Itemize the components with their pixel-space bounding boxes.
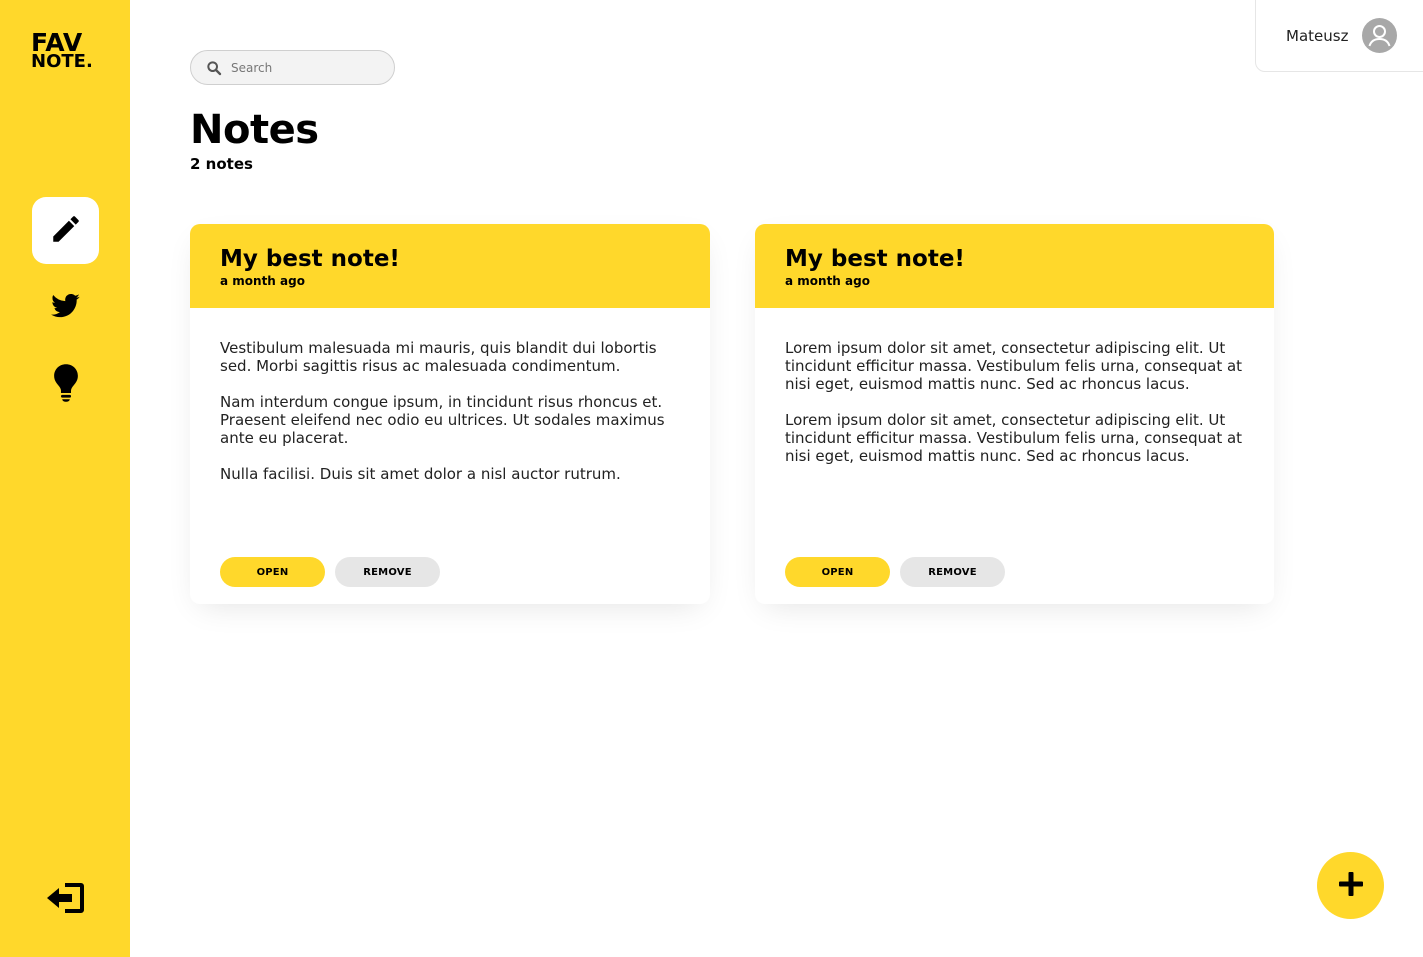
- logo-line-2: NOTE.: [31, 51, 93, 72]
- plus-icon: [1338, 871, 1364, 900]
- sidebar: FAV NOTE.: [0, 0, 130, 957]
- open-button[interactable]: OPEN: [785, 557, 890, 587]
- note-actions: OPEN REMOVE: [220, 557, 440, 587]
- bulb-icon: [51, 363, 81, 407]
- open-button[interactable]: OPEN: [220, 557, 325, 587]
- sidebar-item-twitters[interactable]: [32, 274, 99, 341]
- note-body: Vestibulum malesuada mi mauris, quis bla…: [190, 308, 710, 540]
- note-paragraph: Lorem ipsum dolor sit amet, consectetur …: [785, 411, 1243, 465]
- remove-button[interactable]: REMOVE: [900, 557, 1005, 587]
- note-paragraph: Nulla facilisi. Duis sit amet dolor a ni…: [220, 465, 621, 483]
- user-menu[interactable]: Mateusz: [1255, 0, 1423, 72]
- note-card-header: My best note! a month ago: [755, 224, 1274, 308]
- note-card: My best note! a month ago Lorem ipsum do…: [755, 224, 1274, 604]
- note-date: a month ago: [785, 274, 870, 288]
- note-paragraph: Vestibulum malesuada mi mauris, quis bla…: [220, 339, 657, 375]
- search-icon: [205, 59, 223, 77]
- note-body: Lorem ipsum dolor sit amet, consectetur …: [755, 308, 1274, 540]
- app-logo[interactable]: FAV NOTE.: [31, 30, 93, 73]
- pen-icon: [49, 212, 83, 250]
- search-input[interactable]: [231, 60, 381, 75]
- note-card-header: My best note! a month ago: [190, 224, 710, 308]
- note-card: My best note! a month ago Vestibulum mal…: [190, 224, 710, 604]
- note-paragraph: Lorem ipsum dolor sit amet, consectetur …: [785, 339, 1243, 393]
- logout-icon: [45, 881, 87, 919]
- sidebar-item-notes[interactable]: [32, 197, 99, 264]
- user-icon: [1368, 25, 1391, 47]
- remove-button[interactable]: REMOVE: [335, 557, 440, 587]
- note-date: a month ago: [220, 274, 305, 288]
- sidebar-item-articles[interactable]: [32, 351, 99, 418]
- notes-count: 2 notes: [190, 155, 253, 173]
- add-note-button[interactable]: [1317, 852, 1384, 919]
- page-title: Notes: [190, 107, 319, 153]
- note-title: My best note!: [220, 246, 400, 272]
- twitter-icon: [49, 291, 83, 325]
- logout-button[interactable]: [40, 874, 92, 926]
- avatar[interactable]: [1362, 18, 1398, 53]
- note-paragraph: Nam interdum congue ipsum, in tincidunt …: [220, 393, 665, 447]
- search-bar: [190, 50, 395, 85]
- note-actions: OPEN REMOVE: [785, 557, 1005, 587]
- note-title: My best note!: [785, 246, 965, 272]
- user-name: Mateusz: [1286, 26, 1349, 45]
